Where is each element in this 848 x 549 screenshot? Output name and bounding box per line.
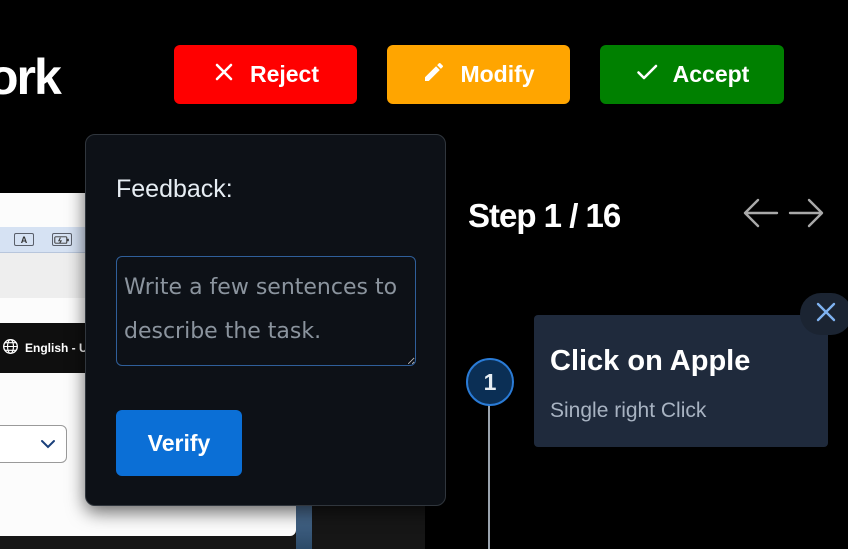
- accept-label: Accept: [672, 61, 750, 87]
- verify-button[interactable]: Verify: [116, 410, 242, 476]
- step-card-subtitle: Single right Click: [550, 399, 707, 422]
- reject-label: Reject: [249, 61, 320, 87]
- modify-button[interactable]: Modify: [387, 45, 570, 104]
- step-counter: Step 1 / 16: [468, 197, 621, 234]
- page-title: ork: [0, 49, 62, 105]
- arrow-right-icon[interactable]: [787, 196, 825, 230]
- close-step-button[interactable]: [800, 293, 848, 335]
- globe-icon: [2, 338, 19, 358]
- language-label: English - U: [25, 341, 88, 355]
- reject-button[interactable]: Reject: [174, 45, 357, 104]
- app-stage: ork Reject Modify Accept A English - U F…: [0, 0, 848, 549]
- accept-button[interactable]: Accept: [600, 45, 784, 104]
- checkmark-icon: [635, 60, 659, 90]
- feedback-textarea[interactable]: [116, 256, 416, 366]
- modify-label: Modify: [460, 61, 535, 87]
- close-icon: [815, 301, 837, 328]
- keyboard-a-icon: A: [14, 233, 34, 246]
- step-number-badge[interactable]: 1: [466, 358, 514, 406]
- pencil-icon: [422, 60, 446, 90]
- preview-dropdown: [0, 425, 67, 463]
- feedback-label: Feedback:: [116, 175, 233, 203]
- battery-icon: [52, 233, 72, 246]
- step-card-title: Click on Apple: [550, 345, 751, 377]
- step-card[interactable]: Click on Apple Single right Click: [534, 315, 828, 447]
- timeline-line: [488, 405, 490, 549]
- arrow-left-icon[interactable]: [742, 196, 780, 230]
- feedback-popover: Feedback: Verify: [85, 134, 446, 506]
- close-icon: [212, 60, 236, 90]
